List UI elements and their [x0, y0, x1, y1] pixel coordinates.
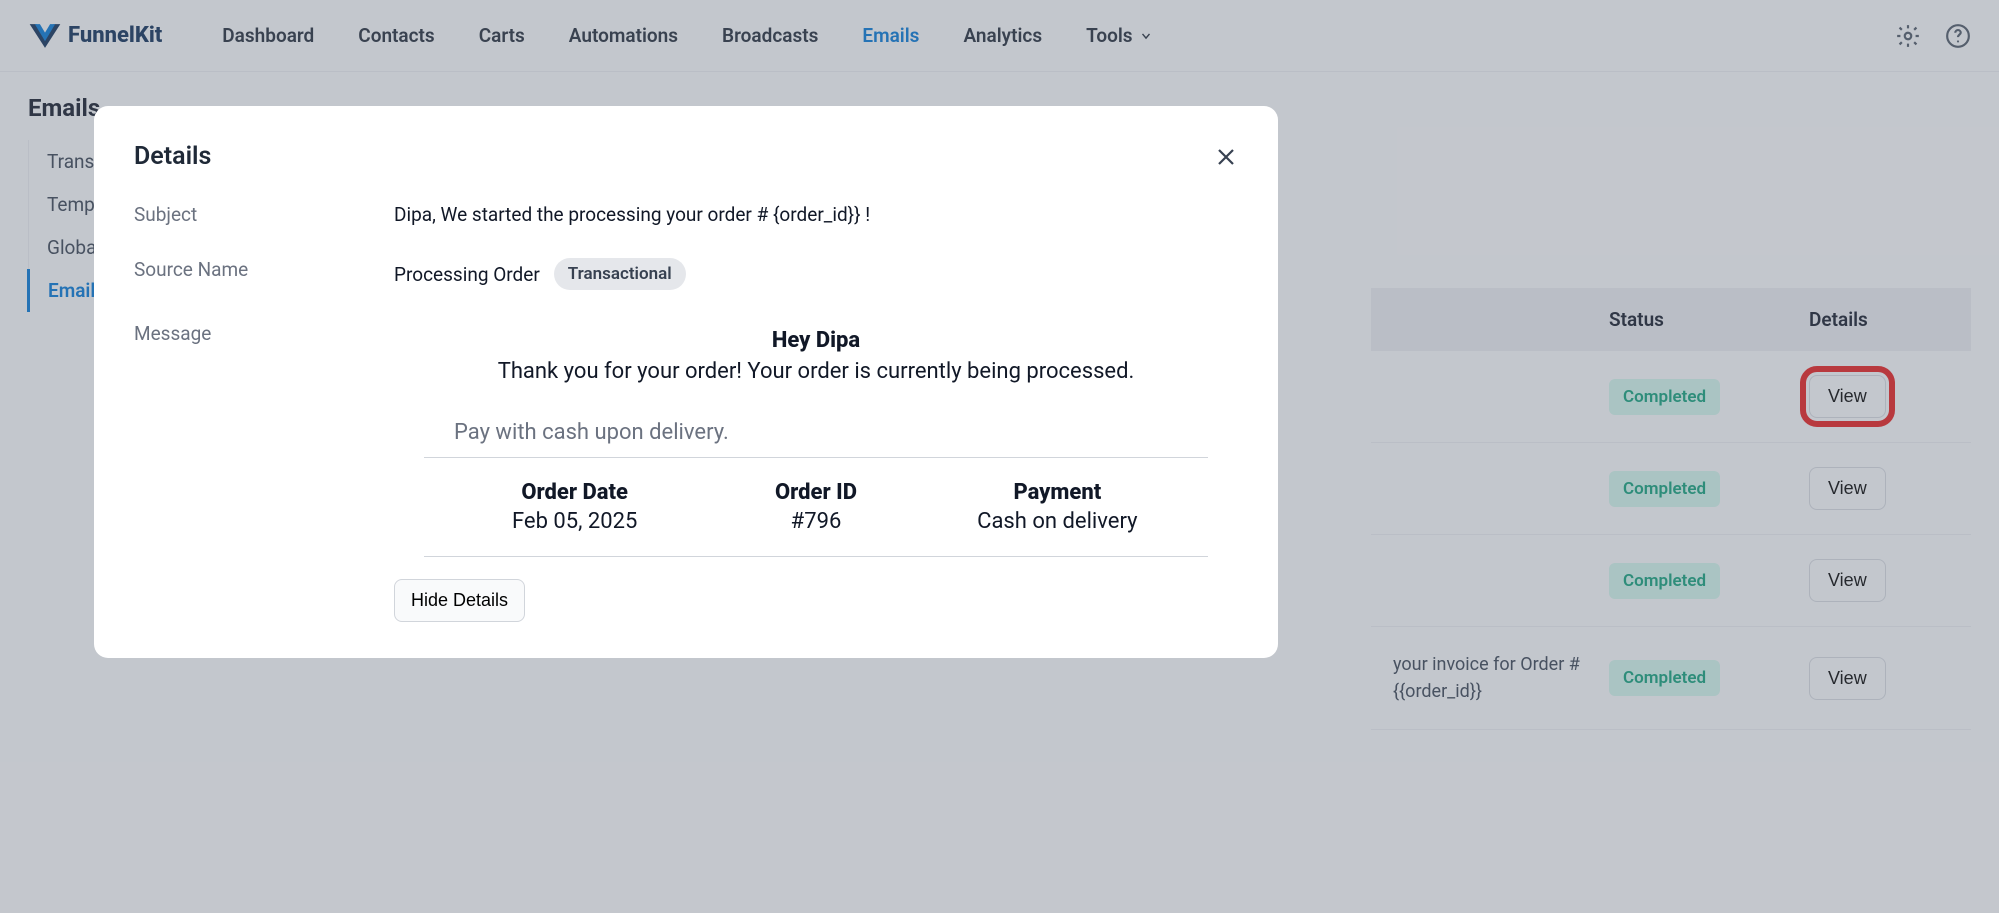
order-id-value: #796: [695, 509, 936, 534]
message-label: Message: [134, 322, 394, 345]
message-greeting: Hey Dipa: [394, 328, 1238, 353]
details-modal: Details Subject Dipa, We started the pro…: [94, 106, 1278, 658]
payment-value: Cash on delivery: [937, 509, 1178, 534]
modal-header: Details: [134, 142, 1238, 171]
order-meta: Order Date Feb 05, 2025 Order ID #796 Pa…: [424, 458, 1208, 557]
source-label: Source Name: [134, 258, 394, 281]
hide-details-button[interactable]: Hide Details: [394, 579, 525, 622]
order-id-label: Order ID: [695, 480, 936, 505]
order-date-value: Feb 05, 2025: [454, 509, 695, 534]
order-date-label: Order Date: [454, 480, 695, 505]
subject-value: Dipa, We started the processing your ord…: [394, 203, 1238, 226]
close-icon[interactable]: [1214, 145, 1238, 169]
modal-title: Details: [134, 142, 211, 171]
payment-label: Payment: [937, 480, 1178, 505]
message-subline: Thank you for your order! Your order is …: [394, 359, 1238, 384]
transactional-tag: Transactional: [554, 258, 686, 290]
message-preview: Hey Dipa Thank you for your order! Your …: [394, 328, 1238, 622]
source-value: Processing Order Transactional: [394, 258, 1238, 290]
detail-grid: Subject Dipa, We started the processing …: [134, 203, 1238, 622]
subject-label: Subject: [134, 203, 394, 226]
pay-note: Pay with cash upon delivery.: [424, 420, 1208, 458]
